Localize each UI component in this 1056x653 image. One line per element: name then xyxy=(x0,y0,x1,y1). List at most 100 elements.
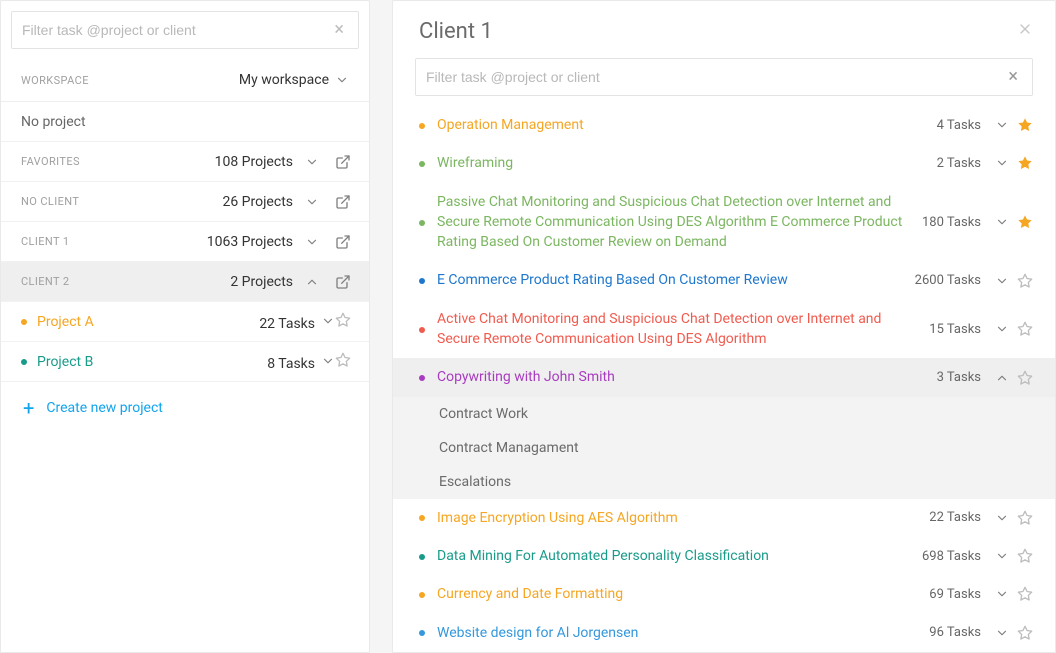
color-dot-icon xyxy=(419,554,425,560)
color-dot-icon xyxy=(21,319,27,325)
favorite-star-icon[interactable] xyxy=(335,352,351,368)
project-row[interactable]: Operation Management 4 Tasks xyxy=(393,106,1055,144)
clear-icon[interactable]: × xyxy=(1004,68,1022,86)
workspace-value[interactable]: My workspace xyxy=(239,72,349,88)
chevron-down-icon[interactable] xyxy=(995,215,1009,229)
chevron-down-icon[interactable] xyxy=(995,549,1009,563)
subtask-row[interactable]: Escalations xyxy=(393,465,1055,499)
favorite-star-icon[interactable] xyxy=(335,312,351,328)
workspace-label: WORKSPACE xyxy=(21,74,89,87)
sidebar-group-client-1[interactable]: CLIENT 1 1063 Projects xyxy=(1,221,369,261)
project-name: Currency and Date Formatting xyxy=(437,584,917,604)
chevron-down-icon[interactable] xyxy=(321,354,335,368)
favorite-star-icon[interactable] xyxy=(1017,510,1033,526)
modal-search-input[interactable] xyxy=(426,69,1004,85)
clear-icon[interactable]: × xyxy=(330,21,348,39)
chevron-down-icon[interactable] xyxy=(305,195,319,209)
color-dot-icon xyxy=(21,359,27,365)
workspace-value-text: My workspace xyxy=(239,72,329,88)
open-external-icon[interactable] xyxy=(335,274,351,290)
sidebar-search-input[interactable] xyxy=(22,22,330,38)
group-label: NO CLIENT xyxy=(21,195,79,208)
sidebar-project-row[interactable]: Project A22 Tasks xyxy=(1,301,369,341)
color-dot-icon xyxy=(419,515,425,521)
sidebar-project-row[interactable]: Project B8 Tasks xyxy=(1,341,369,381)
group-count: 1063 Projects xyxy=(207,234,293,250)
chevron-up-icon[interactable] xyxy=(995,371,1009,385)
project-name: Active Chat Monitoring and Suspicious Ch… xyxy=(437,309,917,350)
open-external-icon[interactable] xyxy=(335,154,351,170)
subtask-row[interactable]: Contract Managament xyxy=(393,431,1055,465)
project-name: Wireframing xyxy=(437,153,925,173)
chevron-down-icon xyxy=(335,73,349,87)
close-icon[interactable] xyxy=(1017,21,1033,42)
chevron-down-icon[interactable] xyxy=(995,274,1009,288)
chevron-down-icon[interactable] xyxy=(995,587,1009,601)
chevron-down-icon[interactable] xyxy=(995,626,1009,640)
project-task-count: 8 Tasks xyxy=(267,356,315,372)
project-row[interactable]: Currency and Date Formatting 69 Tasks xyxy=(393,575,1055,613)
project-row[interactable]: Active Chat Monitoring and Suspicious Ch… xyxy=(393,300,1055,359)
color-dot-icon xyxy=(419,220,425,226)
favorite-star-icon[interactable] xyxy=(1017,155,1033,171)
project-task-count: 69 Tasks xyxy=(929,587,981,602)
plus-icon: + xyxy=(23,400,34,416)
project-task-count: 22 Tasks xyxy=(929,510,981,525)
chevron-down-icon[interactable] xyxy=(995,156,1009,170)
favorite-star-icon[interactable] xyxy=(1017,321,1033,337)
color-dot-icon xyxy=(419,592,425,598)
project-name: Operation Management xyxy=(437,115,925,135)
open-external-icon[interactable] xyxy=(335,234,351,250)
project-task-count: 4 Tasks xyxy=(937,118,981,133)
open-external-icon[interactable] xyxy=(335,194,351,210)
project-task-count: 15 Tasks xyxy=(929,322,981,337)
chevron-down-icon[interactable] xyxy=(995,118,1009,132)
favorite-star-icon[interactable] xyxy=(1017,625,1033,641)
project-row[interactable]: Website design for Al Jorgensen 96 Tasks xyxy=(393,614,1055,652)
subtask-row[interactable]: Contract Work xyxy=(393,397,1055,431)
chevron-down-icon[interactable] xyxy=(305,155,319,169)
project-name: Website design for Al Jorgensen xyxy=(437,623,917,643)
sidebar: × WORKSPACE My workspace No project FAVO… xyxy=(0,0,370,653)
modal-title: Client 1 xyxy=(419,19,493,44)
sidebar-group-no-client[interactable]: NO CLIENT 26 Projects xyxy=(1,181,369,221)
create-project-button[interactable]: + Create new project xyxy=(1,381,369,436)
workspace-selector[interactable]: WORKSPACE My workspace xyxy=(1,59,369,101)
favorite-star-icon[interactable] xyxy=(1017,586,1033,602)
project-row[interactable]: Data Mining For Automated Personality Cl… xyxy=(393,537,1055,575)
group-count: 26 Projects xyxy=(222,194,293,210)
group-label: CLIENT 2 xyxy=(21,275,69,288)
favorite-star-icon[interactable] xyxy=(1017,117,1033,133)
project-row[interactable]: E Commerce Product Rating Based On Custo… xyxy=(393,261,1055,299)
favorite-star-icon[interactable] xyxy=(1017,214,1033,230)
create-project-label: Create new project xyxy=(46,400,163,416)
project-row[interactable]: Passive Chat Monitoring and Suspicious C… xyxy=(393,183,1055,262)
project-row[interactable]: Image Encryption Using AES Algorithm 22 T… xyxy=(393,499,1055,537)
sidebar-group-client-2[interactable]: CLIENT 22 Projects xyxy=(1,261,369,301)
sidebar-group-favorites[interactable]: FAVORITES108 Projects xyxy=(1,141,369,181)
color-dot-icon xyxy=(419,327,425,333)
favorite-star-icon[interactable] xyxy=(1017,370,1033,386)
group-count: 108 Projects xyxy=(215,154,293,170)
chevron-down-icon[interactable] xyxy=(321,314,335,328)
project-name: Project A xyxy=(37,314,94,330)
favorite-star-icon[interactable] xyxy=(1017,548,1033,564)
project-name: Image Encryption Using AES Algorithm xyxy=(437,508,917,528)
group-label: CLIENT 1 xyxy=(21,235,69,248)
project-name: Data Mining For Automated Personality Cl… xyxy=(437,546,910,566)
project-row[interactable]: Copywriting with John Smith3 Tasks xyxy=(393,358,1055,396)
chevron-down-icon[interactable] xyxy=(995,322,1009,336)
chevron-down-icon[interactable] xyxy=(995,511,1009,525)
no-project-row[interactable]: No project xyxy=(1,101,369,141)
chevron-down-icon[interactable] xyxy=(305,235,319,249)
project-list: Operation Management 4 Tasks Wireframing2 … xyxy=(393,106,1055,652)
project-task-count: 3 Tasks xyxy=(937,370,981,385)
project-row[interactable]: Wireframing2 Tasks xyxy=(393,144,1055,182)
modal-search[interactable]: × xyxy=(415,58,1033,96)
project-task-count: 96 Tasks xyxy=(929,625,981,640)
sidebar-search[interactable]: × xyxy=(11,11,359,49)
project-task-count: 698 Tasks xyxy=(922,549,981,564)
chevron-up-icon[interactable] xyxy=(305,275,319,289)
color-dot-icon xyxy=(419,161,425,167)
favorite-star-icon[interactable] xyxy=(1017,273,1033,289)
